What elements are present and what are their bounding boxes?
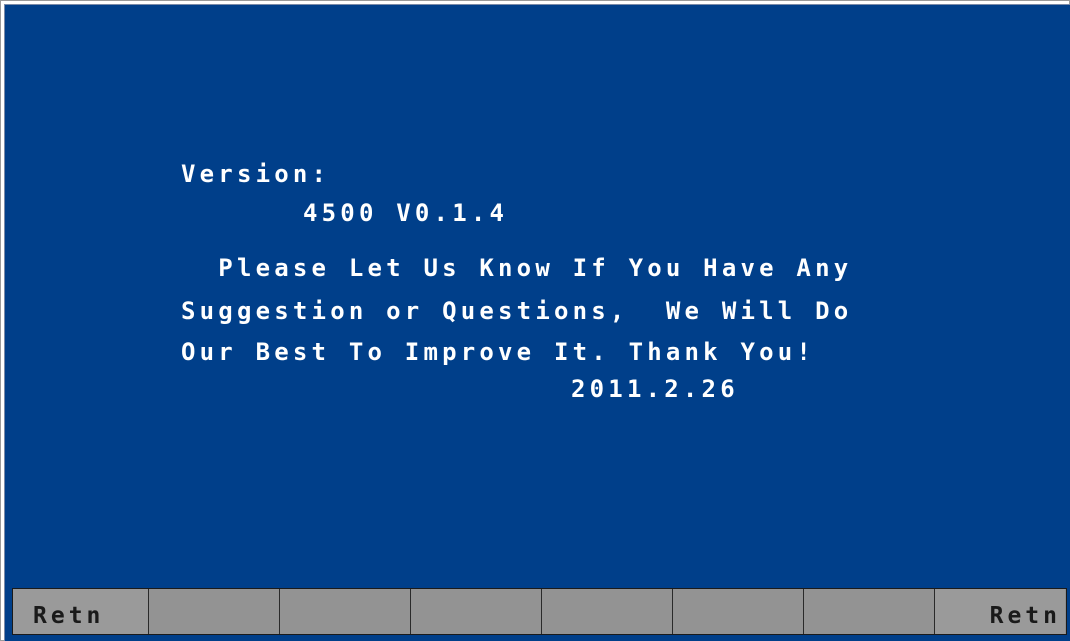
softkey-8-return-button[interactable]: Retn bbox=[935, 589, 1065, 634]
about-screen: Version: 4500 V0.1.4 Please Let Us Know … bbox=[4, 4, 1070, 641]
message-line-2: Suggestion or Questions, We Will Do bbox=[181, 297, 853, 325]
softkey-7-button[interactable] bbox=[804, 589, 935, 634]
softkey-6-button[interactable] bbox=[673, 589, 804, 634]
message-line-1: Please Let Us Know If You Have Any bbox=[181, 254, 853, 282]
softkey-4-button[interactable] bbox=[411, 589, 542, 634]
softkey-bar: Retn Retn bbox=[12, 588, 1067, 635]
softkey-3-button[interactable] bbox=[280, 589, 411, 634]
version-value: 4500 V0.1.4 bbox=[303, 199, 509, 227]
softkey-2-button[interactable] bbox=[149, 589, 280, 634]
softkey-1-return-button[interactable]: Retn bbox=[13, 589, 149, 634]
message-line-3: Our Best To Improve It. Thank You! bbox=[181, 338, 816, 366]
release-date: 2011.2.26 bbox=[571, 375, 739, 403]
softkey-5-button[interactable] bbox=[542, 589, 673, 634]
version-label: Version: bbox=[181, 160, 331, 188]
